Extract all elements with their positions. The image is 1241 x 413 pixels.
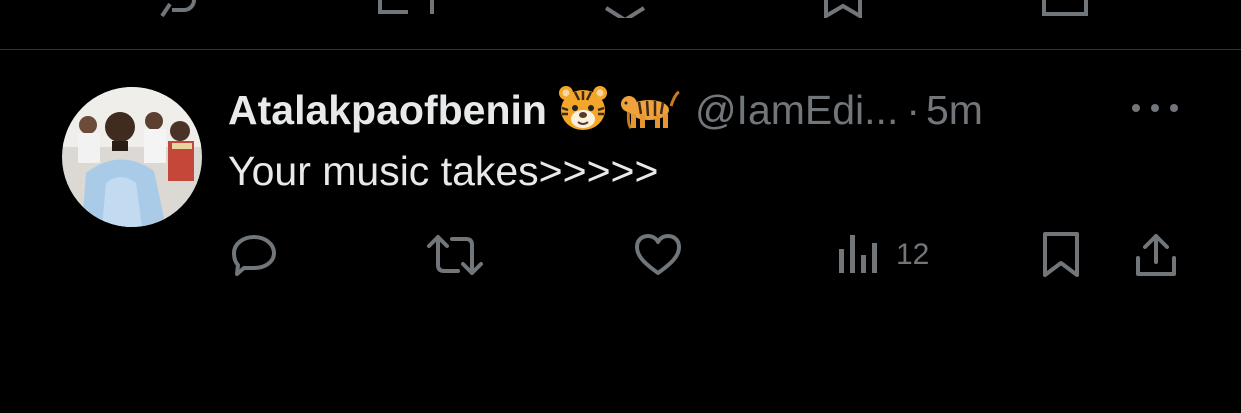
share-icon[interactable] [1040, 0, 1090, 18]
views-count: 12 [896, 238, 930, 271]
retweet-icon[interactable] [372, 0, 442, 18]
like-button[interactable] [634, 230, 682, 280]
retweet-button[interactable] [426, 230, 484, 280]
share-button[interactable] [1134, 230, 1178, 280]
separator-dot: · [906, 86, 920, 133]
tweet-divider [0, 49, 1241, 50]
tweet-header: Atalakpaofbenin @IamEdi... · 5m [228, 82, 1208, 138]
avatar[interactable] [62, 87, 202, 227]
heart-icon [635, 234, 681, 275]
tiger-emoji [619, 84, 681, 137]
display-name[interactable]: Atalakpaofbenin [228, 87, 547, 134]
reply-icon[interactable] [150, 0, 200, 18]
user-handle[interactable]: @IamEdi... [695, 87, 898, 134]
more-dot-icon [1151, 104, 1159, 112]
share-icon [1136, 234, 1176, 276]
more-options-button[interactable] [1132, 96, 1178, 120]
views-chart-icon [839, 235, 877, 273]
heart-icon[interactable] [600, 0, 650, 18]
tiger-face-emoji [557, 84, 609, 137]
bookmark-icon [1043, 232, 1079, 277]
tweet-timestamp[interactable]: 5m [926, 87, 983, 134]
bookmark-icon[interactable] [818, 0, 868, 18]
tweet-text: Your music takes>>>>> [228, 148, 659, 194]
retweet-icon [427, 235, 483, 275]
previous-tweet-action-row [0, 0, 1241, 18]
bookmark-button[interactable] [1040, 230, 1082, 280]
reply-icon [232, 235, 276, 276]
reply-button[interactable] [230, 230, 278, 280]
more-dot-icon [1170, 104, 1178, 112]
views-button[interactable]: 12 [838, 230, 929, 280]
more-dot-icon [1132, 104, 1140, 112]
